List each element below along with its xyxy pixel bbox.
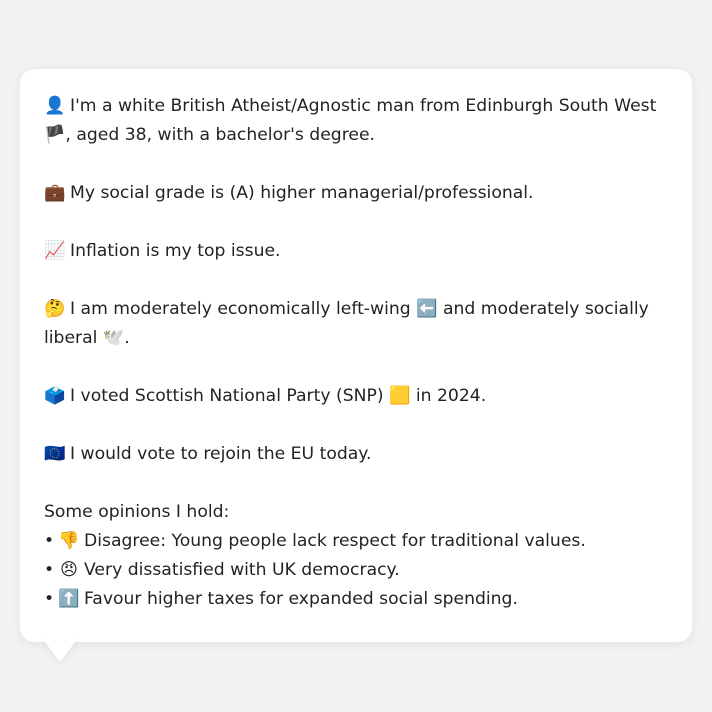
bubble-tail bbox=[41, 637, 79, 662]
persona-message-bubble: 👤 I'm a white British Atheist/Agnostic ma… bbox=[20, 69, 692, 642]
social-grade-line: 💼 My social grade is (A) higher manageria… bbox=[44, 179, 668, 208]
opinion-item: • ⬆️ Favour higher taxes for expanded soci… bbox=[44, 585, 668, 614]
opinion-text: Disagree: Young people lack respect for … bbox=[84, 531, 586, 551]
angry-face-icon: 😠 bbox=[60, 560, 78, 580]
eu-text: I would vote to rejoin the EU today. bbox=[70, 444, 372, 464]
ballot-box-icon: 🗳️ bbox=[44, 386, 66, 406]
opinion-item: • 👎 Disagree: Young people lack respect fo… bbox=[44, 527, 668, 556]
opinion-item: • 😠 Very dissatisfied with UK democracy. bbox=[44, 556, 668, 585]
thumbs-down-icon: 👎 bbox=[58, 531, 80, 551]
top-issue-line: 📈 Inflation is my top issue. bbox=[44, 237, 668, 266]
identity-text: I'm a white British Atheist/Agnostic man… bbox=[44, 96, 657, 145]
briefcase-icon: 💼 bbox=[44, 183, 66, 203]
identity-line: 👤 I'm a white British Atheist/Agnostic ma… bbox=[44, 92, 668, 150]
opinions-heading: Some opinions I hold: bbox=[44, 502, 230, 522]
chart-up-icon: 📈 bbox=[44, 241, 66, 261]
up-arrow-icon: ⬆️ bbox=[58, 589, 80, 609]
person-icon: 👤 bbox=[44, 96, 66, 116]
bullet: • bbox=[44, 589, 55, 609]
opinion-text: Favour higher taxes for expanded social … bbox=[84, 589, 518, 609]
top-issue-text: Inflation is my top issue. bbox=[70, 241, 281, 261]
vote-line: 🗳️ I voted Scottish National Party (SNP) … bbox=[44, 382, 668, 411]
ideology-line: 🤔 I am moderately economically left-wing … bbox=[44, 295, 668, 353]
bullet: • bbox=[44, 531, 55, 551]
social-grade-text: My social grade is (A) higher managerial… bbox=[70, 183, 534, 203]
eu-flag-icon: 🇪🇺 bbox=[44, 444, 66, 464]
eu-line: 🇪🇺 I would vote to rejoin the EU today. bbox=[44, 440, 668, 469]
ideology-text: I am moderately economically left-wing ⬅… bbox=[44, 299, 649, 348]
vote-text: I voted Scottish National Party (SNP) 🟨 … bbox=[70, 386, 487, 406]
opinion-text: Very dissatisfied with UK democracy. bbox=[84, 560, 400, 580]
thinking-face-icon: 🤔 bbox=[44, 299, 66, 319]
bullet: • bbox=[44, 560, 55, 580]
